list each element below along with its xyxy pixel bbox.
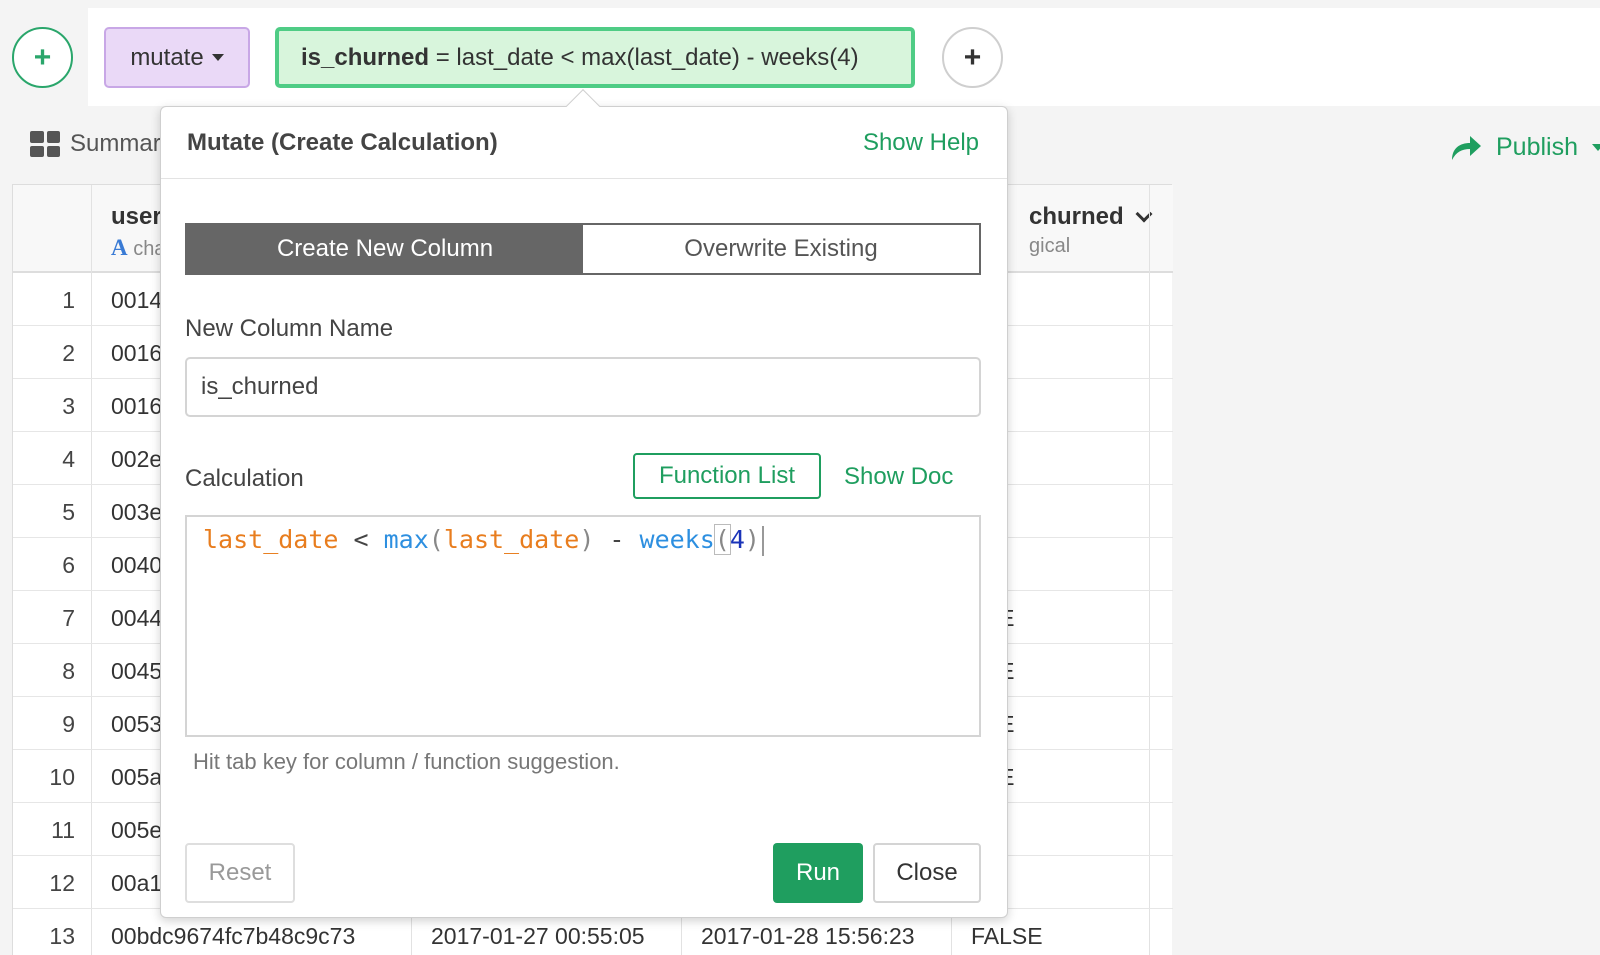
character-type-icon: A (111, 235, 128, 260)
summary-tab-label: Summar (70, 130, 161, 157)
row-number: 12 (49, 870, 75, 896)
cell-user-id: 0016 (111, 393, 163, 419)
column-header-churned-label: churned (1029, 203, 1124, 230)
row-number: 10 (49, 764, 75, 790)
cell-date-last: 2017-01-28 15:56:23 (701, 923, 915, 949)
cell-user-id: 00a1 (111, 870, 163, 896)
mutate-step-dropdown[interactable]: mutate (104, 27, 250, 88)
column-header-churned[interactable]: churned (1029, 203, 1153, 231)
cell-user-id: 0040 (111, 552, 163, 578)
cell-user-id: 0014 (111, 287, 163, 313)
code-token-paren: ) (579, 525, 595, 554)
row-number: 2 (62, 340, 75, 366)
dialog-header: Mutate (Create Calculation) Show Help (161, 107, 1007, 179)
cell-user-id: 003e (111, 499, 163, 525)
row-number: 9 (62, 711, 75, 737)
new-column-name-label: New Column Name (185, 315, 394, 342)
overwrite-existing-tab[interactable]: Overwrite Existing (583, 225, 979, 273)
expression-column: is_churned (301, 43, 430, 71)
row-number: 8 (62, 658, 75, 684)
code-token-paren: ( (713, 524, 731, 555)
dialog-title: Mutate (Create Calculation) (187, 129, 498, 156)
publish-button[interactable]: Publish (1448, 132, 1600, 162)
function-list-button[interactable]: Function List (633, 453, 821, 499)
code-token-paren: ( (428, 525, 444, 554)
new-column-name-input[interactable]: is_churned (185, 357, 981, 417)
suggestion-hint: Hit tab key for column / function sugges… (193, 749, 620, 774)
row-number: 13 (49, 923, 75, 949)
step-label: mutate (130, 43, 204, 71)
column-mode-toggle: Create New Column Overwrite Existing (185, 223, 981, 275)
create-new-column-tab[interactable]: Create New Column (187, 225, 583, 273)
run-button[interactable]: Run (773, 843, 863, 903)
code-token-function: weeks (639, 525, 715, 554)
close-button[interactable]: Close (873, 843, 981, 903)
share-icon (1452, 136, 1481, 160)
cell-user-id: 0045 (111, 658, 163, 684)
row-number: 5 (62, 499, 75, 525)
publish-label: Publish (1496, 132, 1578, 161)
row-number: 4 (62, 446, 75, 472)
cell-user-id: 0016 (111, 340, 163, 366)
add-step-button[interactable]: + (12, 27, 73, 88)
code-token-column: last_date (443, 525, 580, 554)
cell-user-id: 0044 (111, 605, 163, 631)
cell-user-id: 00bdc9674fc7b48c9c73 (111, 923, 356, 949)
calculation-label: Calculation (185, 465, 304, 492)
plus-icon: + (33, 40, 52, 74)
row-number: 7 (62, 605, 75, 631)
column-type-user: A cha (111, 235, 165, 261)
column-header-user[interactable]: user (111, 203, 162, 231)
mutate-expression-pill[interactable]: is_churned = last_date < max(last_date) … (275, 27, 915, 88)
row-number: 11 (51, 817, 75, 843)
code-token-number: 4 (729, 525, 745, 554)
column-type-churned: gical (1029, 235, 1071, 257)
text-cursor (761, 526, 764, 556)
cell-churned: FALSE (971, 923, 1043, 949)
show-help-link[interactable]: Show Help (863, 129, 979, 157)
grid-icon (30, 131, 60, 157)
add-step-after-button[interactable]: + (942, 27, 1003, 88)
cell-user-id: 005a (111, 764, 163, 790)
reset-button[interactable]: Reset (185, 843, 295, 903)
row-number: 1 (62, 287, 75, 313)
cell-user-id: 002e (111, 446, 163, 472)
code-token-paren: ) (744, 525, 760, 554)
calculation-editor[interactable]: last_date < max(last_date) - weeks(4) (185, 515, 981, 737)
cell-user-id: 005e (111, 817, 163, 843)
plus-icon: + (963, 40, 982, 74)
cell-date-first: 2017-01-27 00:55:05 (431, 923, 645, 949)
cell-user-id: 0053 (111, 711, 163, 737)
code-token-operator: - (594, 525, 640, 554)
show-doc-link[interactable]: Show Doc (844, 463, 953, 491)
code-token-column: last_date (203, 525, 339, 554)
expression-formula: = last_date < max(last_date) - weeks(4) (429, 43, 859, 71)
code-token-function: max (383, 525, 429, 554)
tab-summary[interactable]: Summar (30, 130, 161, 158)
code-token-operator: < (338, 525, 384, 554)
row-number: 3 (62, 393, 75, 419)
row-number: 6 (62, 552, 75, 578)
caret-down-icon (1592, 143, 1600, 151)
caret-down-icon (211, 54, 224, 61)
mutate-dialog: Mutate (Create Calculation) Show Help Cr… (160, 89, 1008, 918)
